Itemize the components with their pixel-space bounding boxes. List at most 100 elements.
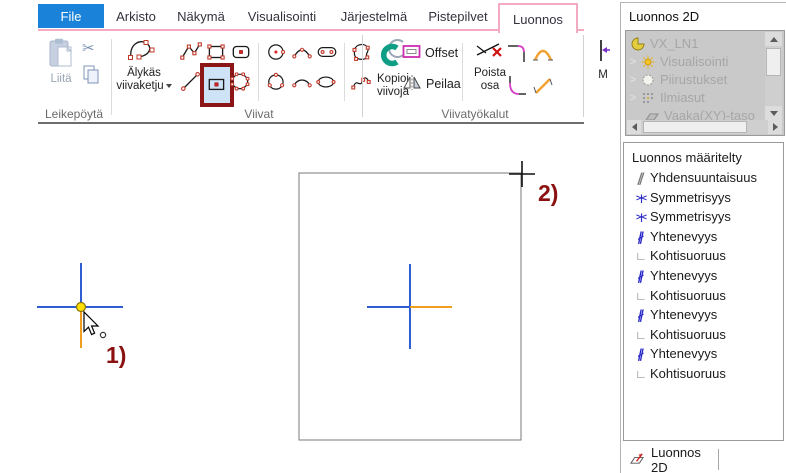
polygon-tool-button[interactable]	[230, 71, 252, 98]
rectangle-icon	[205, 41, 227, 63]
part-icon	[630, 37, 646, 51]
tab-arkisto[interactable]: Arkisto	[104, 4, 168, 28]
tab-nakyma[interactable]: Näkymä	[168, 4, 234, 28]
scroll-right-button[interactable]	[768, 120, 782, 134]
circle-points-tool-button[interactable]	[266, 71, 288, 98]
scroll-up-icon	[770, 37, 778, 42]
polygon-icon	[230, 71, 252, 93]
slot-icon	[316, 41, 338, 63]
tab-pistepilvet[interactable]: Pistepilvet	[418, 4, 498, 28]
panel-title: Luonnos 2D	[629, 9, 699, 24]
offset-icon	[402, 44, 421, 62]
constraints-list: Luonnos määritelty ∥ Yhdensuuntaisuus >|…	[623, 142, 784, 441]
expand-chevron-icon[interactable]: >	[626, 92, 640, 104]
tree-item-part[interactable]: VX_LN1	[626, 35, 762, 52]
cut-button[interactable]: ✂	[82, 40, 95, 58]
mirror-button[interactable]: Peilaa	[402, 74, 461, 94]
tree-vertical-scrollbar[interactable]	[765, 32, 782, 120]
ellipse-icon	[316, 71, 338, 93]
circle-center-tool-button[interactable]	[266, 41, 288, 68]
scroll-right-icon	[773, 123, 778, 131]
sketch-axes-1[interactable]	[37, 263, 123, 348]
modify-label-partial: M	[598, 69, 608, 82]
tree-horizontal-scrollbar[interactable]	[627, 120, 782, 134]
sun-icon	[640, 55, 656, 69]
perpendicular-icon: ∟	[632, 289, 650, 303]
smart-chain-label-line2: viivaketju	[116, 80, 171, 93]
perpendicular-icon: ∟	[632, 249, 650, 263]
fillet-tool-button[interactable]	[505, 39, 529, 70]
ribbon-tab-bar: File Arkisto Näkymä Visualisointi Järjes…	[0, 4, 620, 29]
trim-icon	[475, 39, 505, 67]
coincident-icon: ∦	[632, 269, 650, 283]
sketch-axes-2[interactable]	[367, 264, 452, 349]
tab-visualisointi[interactable]: Visualisointi	[234, 4, 330, 28]
fillet-icon	[505, 39, 529, 65]
ellipse-tool-button[interactable]	[316, 71, 338, 98]
perpendicular-icon: ∟	[632, 367, 650, 381]
fillet2-icon	[505, 73, 529, 99]
constraint-row[interactable]: ∦ Yhtenevyys	[632, 227, 717, 246]
sketch-point-highlighted[interactable]	[77, 303, 86, 312]
paste-button[interactable]: Liitä	[42, 38, 80, 86]
chamfer-line-icon	[531, 73, 555, 99]
tree-item-drawings[interactable]: > Piirustukset	[626, 71, 762, 88]
constraint-row[interactable]: ∦ Yhtenevyys	[632, 266, 717, 285]
tree-item-appearances[interactable]: > Ilmiasut	[626, 89, 762, 106]
sketch-plane-icon	[629, 451, 646, 469]
constraint-row[interactable]: >|< Symmetrisyys	[632, 207, 731, 226]
arc-icon	[291, 41, 313, 63]
crosshair-cursor	[509, 161, 535, 187]
arc-3point-tool-button[interactable]	[291, 41, 313, 68]
constraint-row[interactable]: ∟ Kohtisuoruus	[632, 364, 726, 383]
clipboard-paste-icon	[48, 38, 74, 73]
annotation-step-1: 1)	[106, 342, 126, 369]
circle-points-icon	[266, 71, 288, 93]
smart-line-chain-button[interactable]: Älykäs viivaketju	[116, 36, 172, 93]
panel-footer-tab-sketch2d[interactable]: Luonnos 2D	[623, 449, 719, 470]
group-separator	[111, 39, 112, 115]
scroll-left-icon	[632, 123, 637, 131]
polyline-tool-button[interactable]	[180, 41, 202, 68]
slot-tool-button[interactable]	[316, 41, 338, 68]
tab-luonnos-active[interactable]: Luonnos	[498, 3, 578, 33]
fillet2-tool-button[interactable]	[505, 73, 529, 104]
tab-file[interactable]: File	[38, 4, 104, 28]
chamfer-line-tool-button[interactable]	[531, 73, 555, 104]
constraint-row[interactable]: ∥ Yhdensuuntaisuus	[632, 168, 757, 187]
constraint-row[interactable]: ∦ Yhtenevyys	[632, 344, 717, 363]
expand-chevron-icon[interactable]: >	[626, 74, 640, 86]
tab-jarjestelma[interactable]: Järjestelmä	[330, 4, 418, 28]
sketch-canvas[interactable]	[0, 128, 620, 473]
constraint-row[interactable]: ∟ Kohtisuoruus	[632, 286, 726, 305]
scroll-down-button[interactable]	[765, 106, 782, 120]
trim-label-line2: osa	[481, 80, 500, 93]
scroll-left-button[interactable]	[627, 120, 641, 134]
paste-label: Liitä	[50, 73, 71, 86]
drawings-icon	[640, 73, 656, 87]
rectangle-center-tool-button-highlighted[interactable]	[200, 63, 234, 107]
scroll-up-button[interactable]	[765, 32, 782, 46]
icon-separator	[462, 43, 463, 101]
scroll-down-icon	[770, 111, 778, 116]
arc2-icon	[291, 71, 313, 93]
constraint-row[interactable]: >|< Symmetrisyys	[632, 188, 731, 207]
parallel-icon: ∥	[632, 171, 650, 185]
constraint-row[interactable]: ∟ Kohtisuoruus	[632, 325, 726, 344]
symmetry-icon: >|<	[632, 193, 650, 203]
constraint-row[interactable]: ∟ Kohtisuoruus	[632, 246, 726, 265]
copy-button[interactable]	[82, 64, 100, 89]
footer-tab-label: Luonnos 2D	[651, 445, 718, 473]
vertical-scroll-thumb[interactable]	[766, 48, 781, 76]
group-separator	[362, 35, 363, 117]
expand-chevron-icon[interactable]: >	[626, 56, 640, 68]
tree-item-visualization[interactable]: > Visualisointi	[626, 53, 762, 70]
horizontal-scroll-thumb[interactable]	[643, 121, 747, 133]
chamfer-arc-tool-button[interactable]	[531, 39, 555, 70]
arc-tool-button[interactable]	[291, 71, 313, 98]
move-point-icon	[594, 37, 612, 69]
offset-button[interactable]: Offset	[402, 44, 458, 62]
line-tool-button[interactable]	[180, 71, 202, 98]
constraint-row[interactable]: ∦ Yhtenevyys	[632, 305, 717, 324]
modify-point-button-partial[interactable]: M	[588, 37, 618, 117]
